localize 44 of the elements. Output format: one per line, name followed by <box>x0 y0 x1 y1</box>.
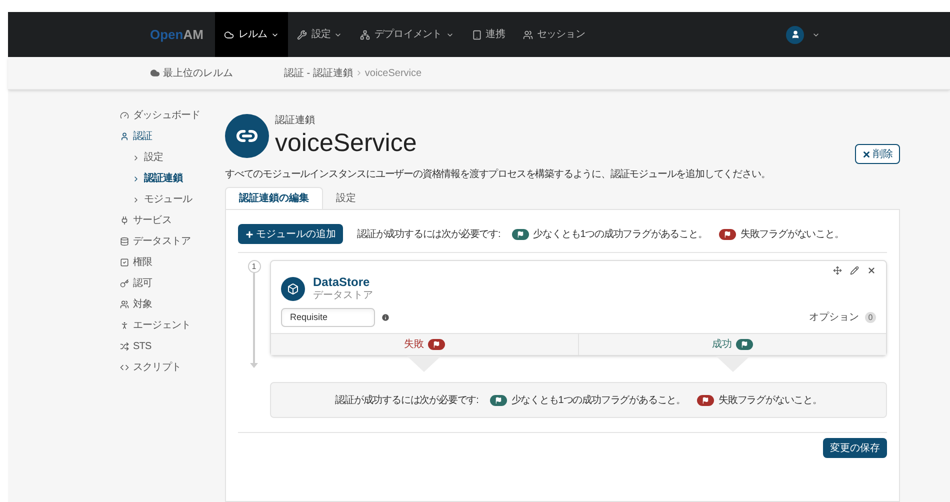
module-name: DataStore <box>313 275 371 289</box>
sidebar-item[interactable]: サービス <box>120 213 225 228</box>
requirements-text: 認証が成功するには次が必要です: <box>357 228 500 242</box>
requirement-text: 失敗フラグがないこと。 <box>718 394 822 408</box>
breadcrumb-current: voiceService <box>364 66 422 80</box>
requirements-text: 認証が成功するには次が必要です: <box>335 394 478 408</box>
page-subtitle: 認証連鎖 <box>275 114 316 128</box>
sidebar-subitem[interactable]: 設定 <box>120 150 225 165</box>
sidebar-subitem[interactable]: モジュール <box>120 192 225 207</box>
sidebar-item[interactable]: ダッシュボード <box>120 108 225 123</box>
tab[interactable]: 設定 <box>323 187 369 209</box>
nav-menu-item[interactable]: デプロイメント <box>351 12 463 57</box>
description-text: すべてのモジュールインスタンスにユーザーの資格情報を渡すプロセスを構築するように、認証モジュールを追加してください。 <box>225 168 770 181</box>
options-label[interactable]: オプション <box>809 310 859 325</box>
page-title: voiceService <box>275 128 417 159</box>
options-count: 0 <box>865 312 876 323</box>
breadcrumb-link[interactable]: 認証 - 認証連鎖 <box>284 66 353 80</box>
sidebar-subitem[interactable]: 認証連鎖 <box>120 171 225 186</box>
sidebar-item[interactable]: エージェント <box>120 318 225 333</box>
sidebar-item[interactable]: データストア <box>120 234 225 249</box>
requirement-text: 少なくとも1つの成功フラグがあること。 <box>511 394 686 408</box>
save-button[interactable]: 変更の保存 <box>823 438 887 458</box>
module-type: データストア <box>313 289 373 303</box>
tab[interactable]: 認証連鎖の編集 <box>225 187 323 209</box>
sidebar-item[interactable]: STS <box>120 339 225 354</box>
nav-menu-item[interactable]: 設定 <box>288 12 352 57</box>
add-module-button[interactable]: モジュールの追加 <box>238 224 343 244</box>
requirement-text: 少なくとも1つの成功フラグがあること。 <box>533 228 708 242</box>
realm-link[interactable]: 最上位のレルム <box>163 66 268 80</box>
nav-menu-item[interactable]: セッション <box>514 12 594 57</box>
logo: OpenAM <box>150 26 204 44</box>
sidebar-item[interactable]: スクリプト <box>120 360 225 375</box>
nav-menu-item[interactable]: レルム <box>215 12 288 57</box>
outcome-label: 成功 <box>712 338 732 352</box>
sidebar-item[interactable]: 権限 <box>120 255 225 270</box>
nav-menu-item[interactable]: 連携 <box>462 12 514 57</box>
sidebar-item[interactable]: 認証 <box>120 129 225 144</box>
criteria-select[interactable]: Requisite <box>281 308 375 327</box>
outcome-label: 失敗 <box>404 338 424 352</box>
delete-button[interactable]: 削除 <box>855 144 900 164</box>
sidebar-item[interactable]: 対象 <box>120 297 225 312</box>
sidebar-item[interactable]: 認可 <box>120 276 225 291</box>
requirement-text: 失敗フラグがないこと。 <box>740 228 844 242</box>
step-number: 1 <box>248 260 260 273</box>
